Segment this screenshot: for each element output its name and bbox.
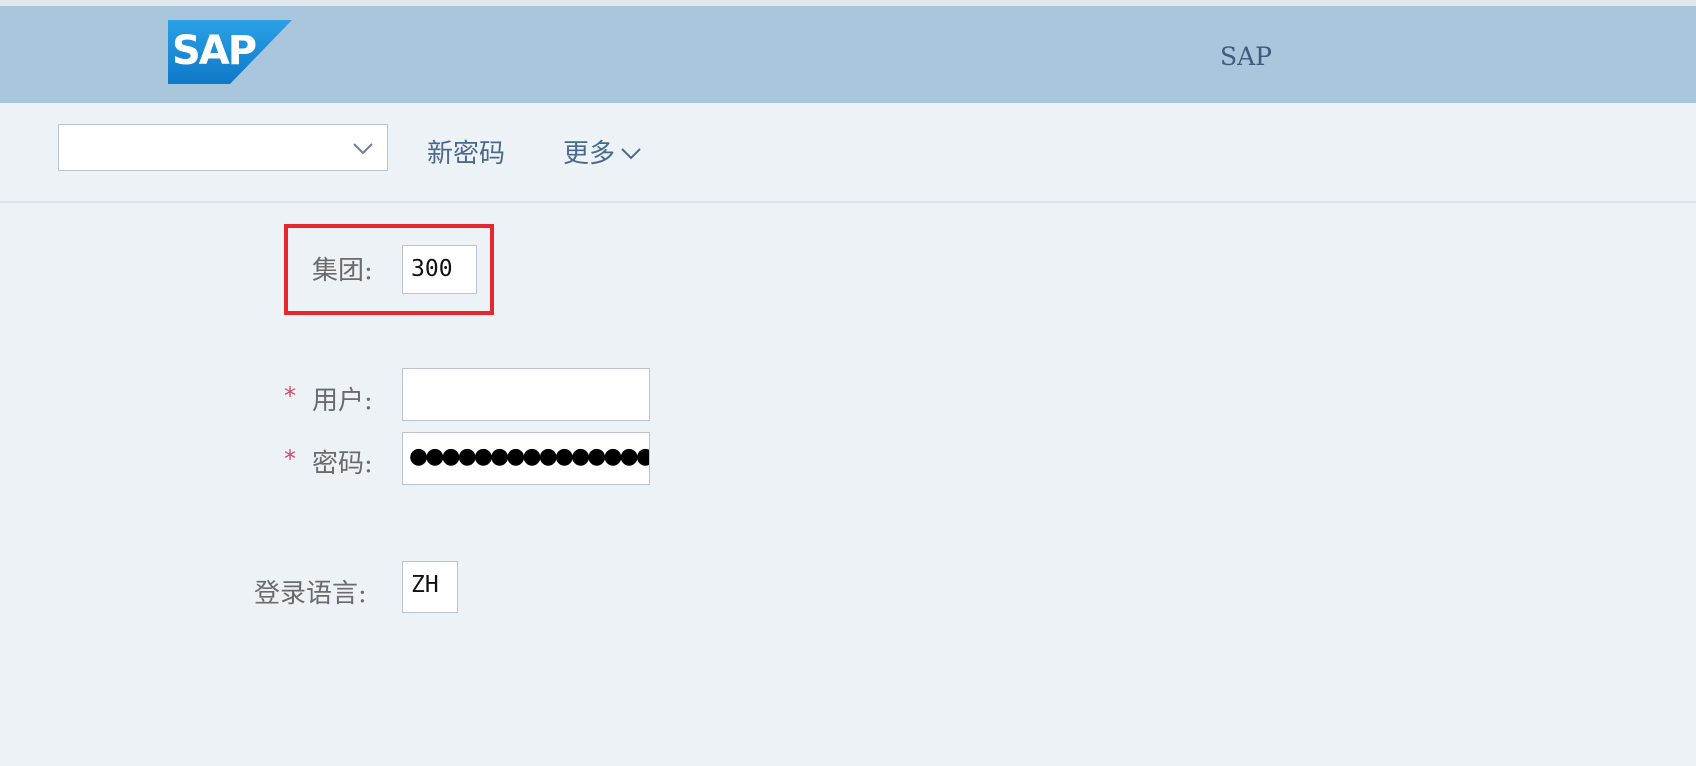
language-input-value: ZH xyxy=(411,572,439,598)
user-input[interactable] xyxy=(402,368,650,421)
user-label: 用户: xyxy=(312,386,373,416)
language-input[interactable]: ZH xyxy=(402,561,458,613)
new-password-link[interactable]: 新密码 xyxy=(427,133,505,170)
more-menu-button[interactable]: 更多 xyxy=(563,133,643,170)
svg-text:SAP: SAP xyxy=(172,28,256,74)
header-title: SAP xyxy=(1220,42,1273,71)
toolbar: 新密码 更多 xyxy=(0,103,1696,203)
client-input-value: 300 xyxy=(411,256,453,282)
header-bar: SAP SAP xyxy=(0,6,1696,103)
language-label: 登录语言: xyxy=(254,579,367,609)
sap-logo: SAP xyxy=(168,20,292,84)
required-marker: * xyxy=(284,445,296,473)
required-marker: * xyxy=(284,382,296,410)
client-dropdown[interactable] xyxy=(58,124,388,171)
chevron-down-icon xyxy=(621,148,641,160)
client-input[interactable]: 300 xyxy=(402,245,477,294)
chevron-down-icon xyxy=(353,143,373,155)
password-input[interactable]: ●●●●●●●●●●●●●●●●●●● xyxy=(402,432,650,485)
more-menu-label: 更多 xyxy=(563,139,616,169)
password-input-value: ●●●●●●●●●●●●●●●●●●● xyxy=(409,444,649,469)
client-label: 集团: xyxy=(312,256,373,286)
password-label: 密码: xyxy=(312,449,373,479)
